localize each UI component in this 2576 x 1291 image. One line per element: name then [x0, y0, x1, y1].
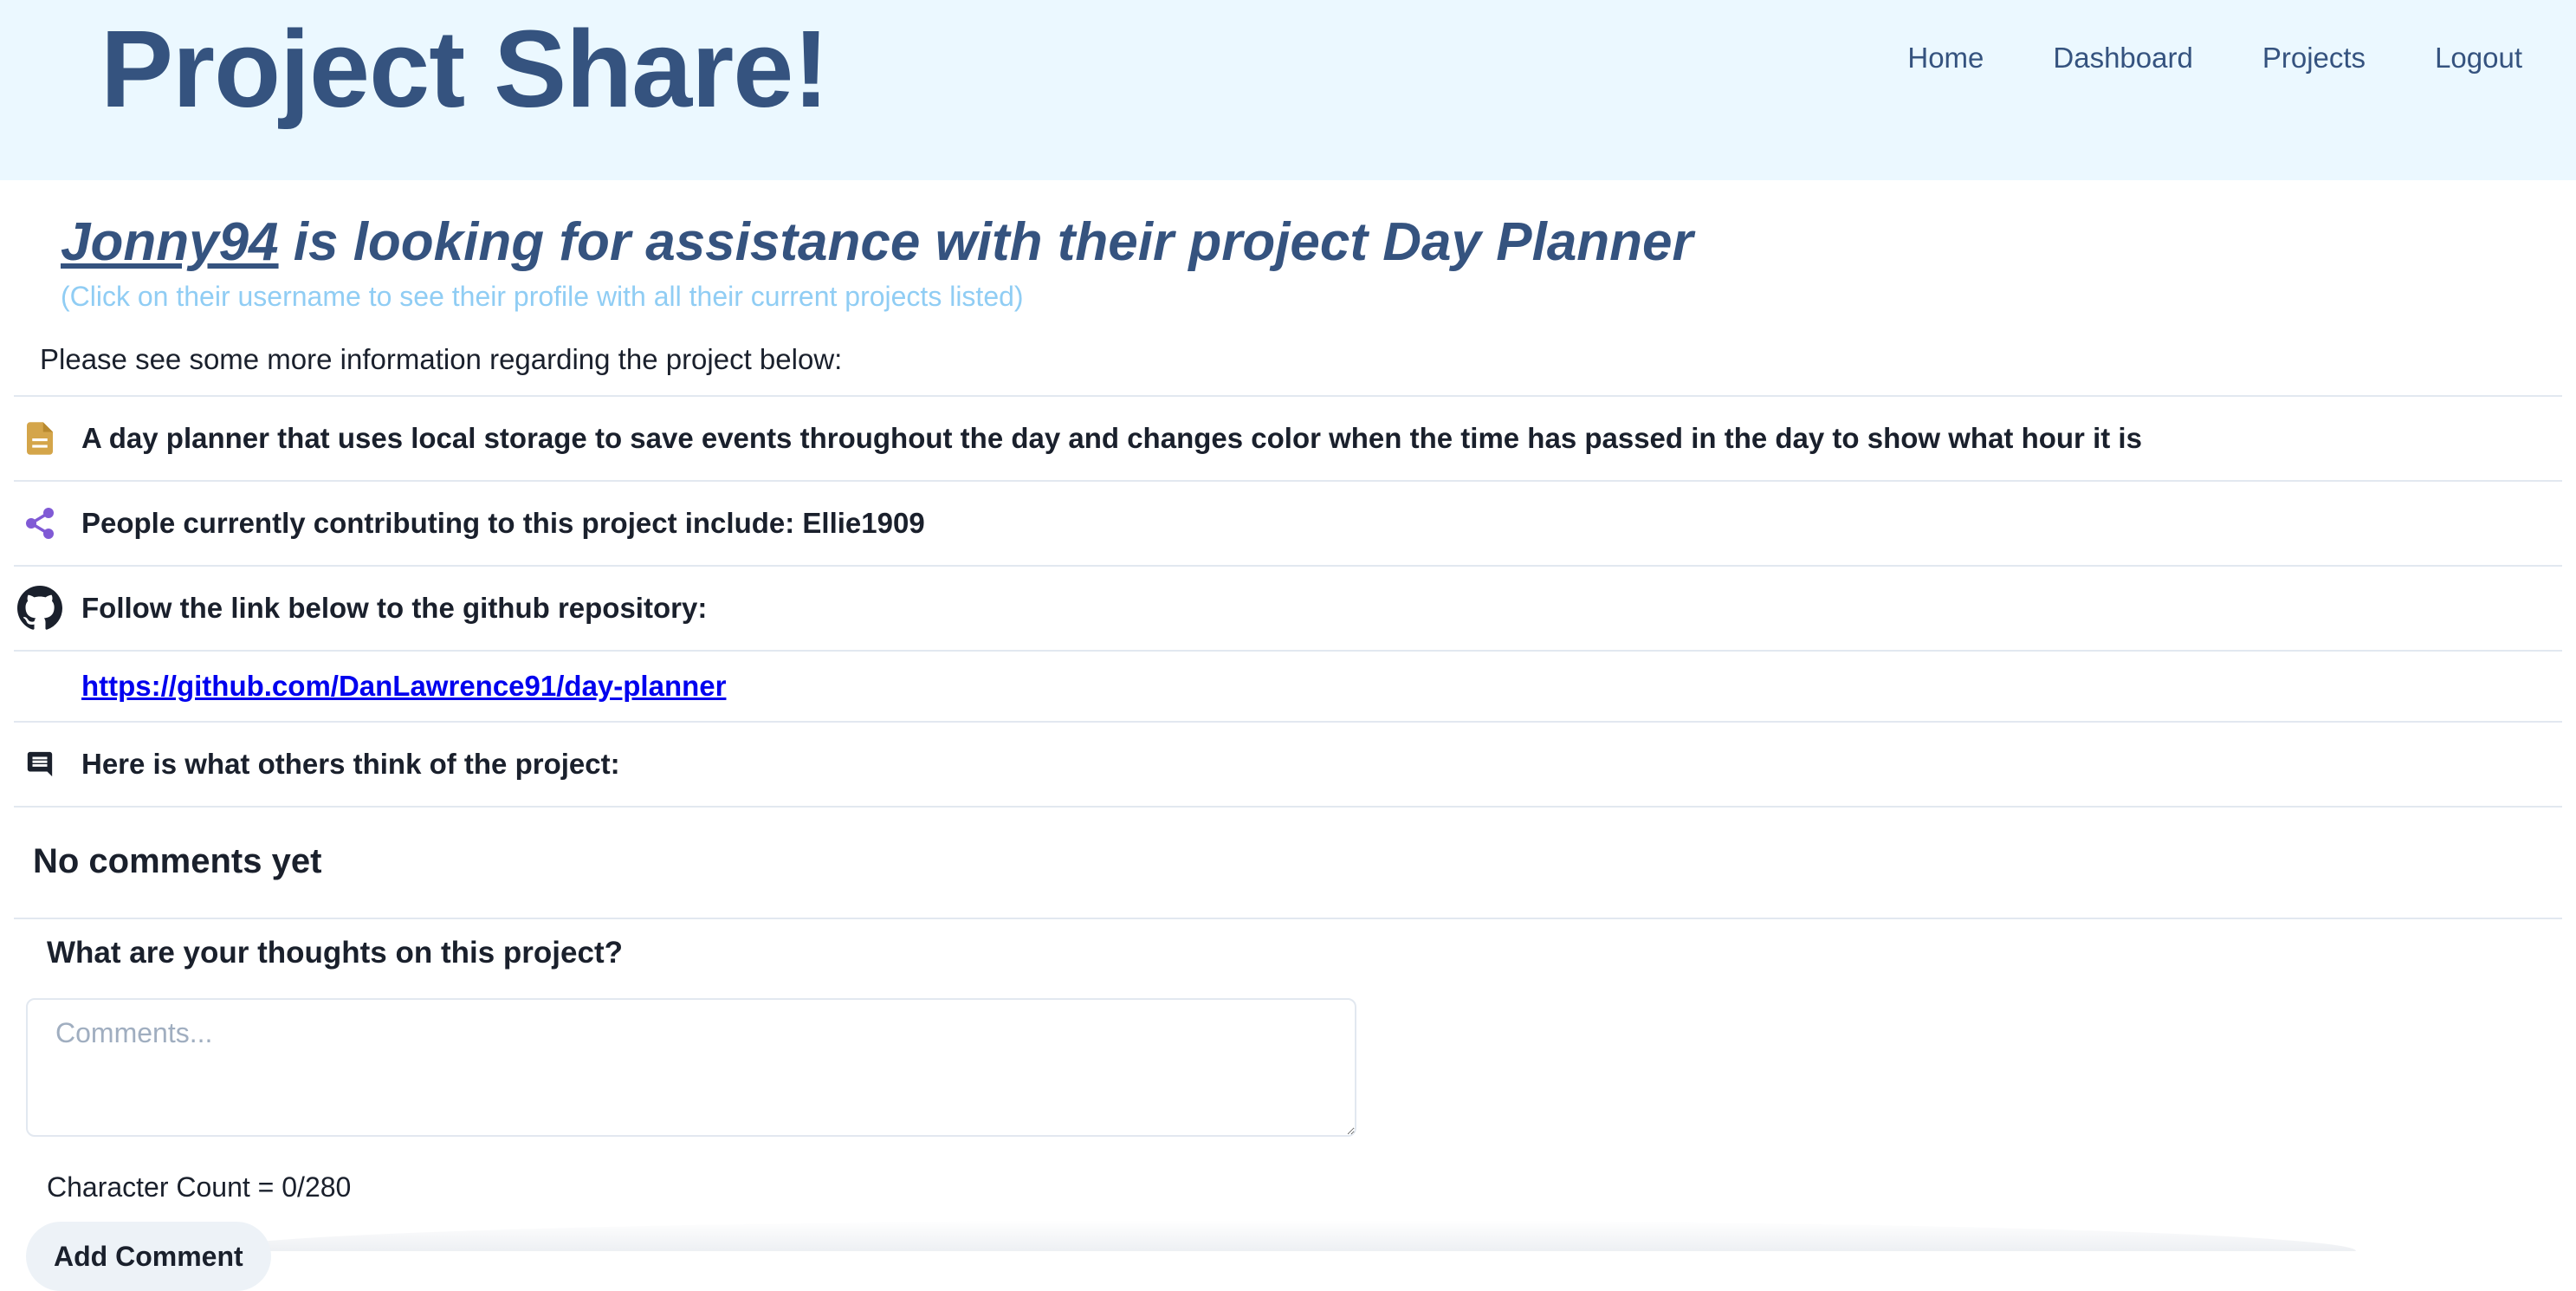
username-link[interactable]: Jonny94	[61, 212, 279, 272]
github-repo-link[interactable]: https://github.com/DanLawrence91/day-pla…	[81, 670, 726, 702]
site-brand-title: Project Share!	[100, 8, 829, 130]
project-description-row: A day planner that uses local storage to…	[14, 397, 2562, 482]
section-divider	[14, 918, 2562, 919]
github-prompt: Follow the link below to the github repo…	[81, 592, 708, 624]
add-comment-button[interactable]: Add Comment	[26, 1222, 271, 1291]
nav-dashboard-link[interactable]: Dashboard	[2053, 42, 2192, 75]
main-nav: Home Dashboard Projects Logout	[1907, 42, 2522, 75]
no-comments-message: No comments yet	[33, 842, 322, 880]
project-headline: Jonny94 is looking for assistance with t…	[61, 211, 1693, 273]
nav-home-link[interactable]: Home	[1907, 42, 1984, 75]
document-icon	[14, 412, 66, 464]
site-header: Project Share! Home Dashboard Projects L…	[0, 0, 2576, 180]
project-contributors-row: People currently contributing to this pr…	[14, 482, 2562, 567]
comment-icon	[14, 738, 66, 790]
project-comments-row: Here is what others think of the project…	[14, 723, 2562, 808]
comment-form-title: What are your thoughts on this project?	[47, 936, 623, 970]
project-github-row: Follow the link below to the github repo…	[14, 567, 2562, 652]
comments-prompt: Here is what others think of the project…	[81, 748, 620, 780]
project-intro-text: Please see some more information regardi…	[40, 343, 843, 375]
nav-projects-link[interactable]: Projects	[2262, 42, 2366, 75]
github-icon	[14, 582, 66, 634]
comment-input[interactable]	[26, 998, 1356, 1137]
repo-link-wrapper: https://github.com/DanLawrence91/day-pla…	[81, 670, 726, 703]
project-contributors: People currently contributing to this pr…	[81, 507, 925, 539]
nav-logout-link[interactable]: Logout	[2435, 42, 2522, 75]
character-count: Character Count = 0/280	[47, 1171, 352, 1203]
headline-text: is looking for assistance with their pro…	[278, 212, 1693, 272]
project-info-list: A day planner that uses local storage to…	[14, 395, 2562, 808]
project-description: A day planner that uses local storage to…	[81, 422, 2142, 454]
username-hint: (Click on their username to see their pr…	[61, 281, 1024, 312]
project-repo-link-row: https://github.com/DanLawrence91/day-pla…	[14, 652, 2562, 723]
footer-shadow	[208, 1220, 2356, 1251]
share-icon	[14, 497, 66, 549]
